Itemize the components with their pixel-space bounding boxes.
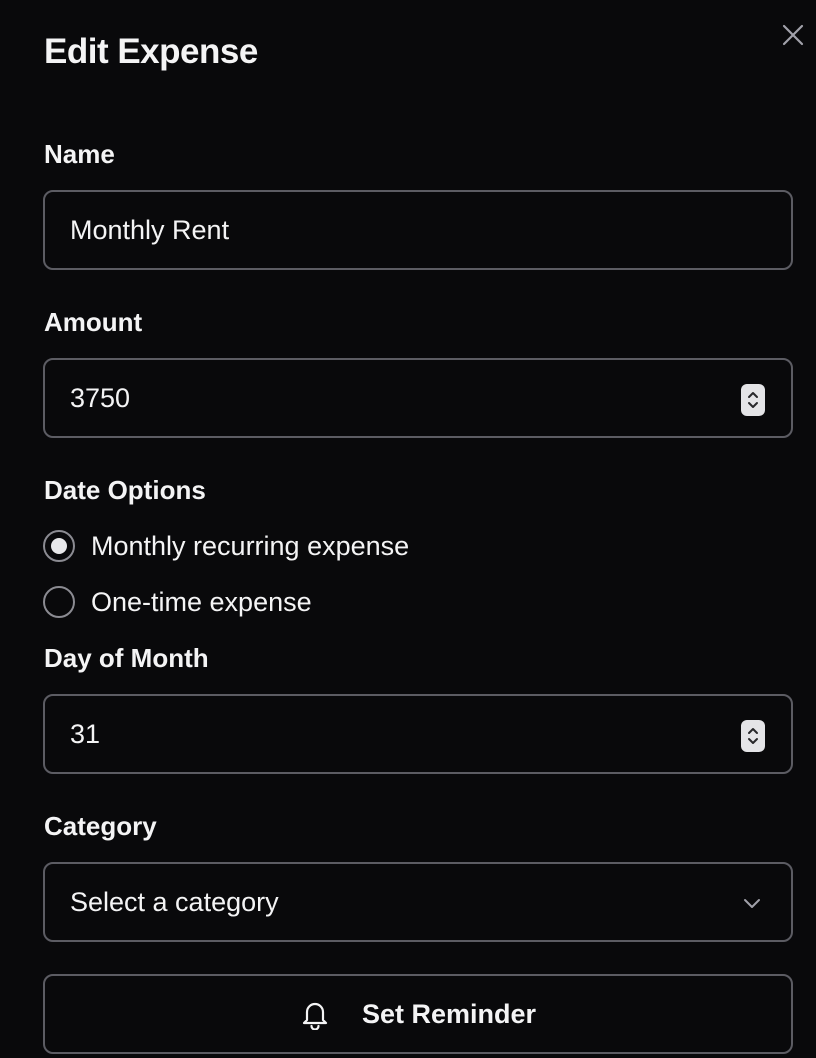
day-of-month-input[interactable]: 31: [43, 694, 793, 774]
day-of-month-stepper[interactable]: [741, 720, 765, 752]
category-select[interactable]: Select a category: [43, 862, 793, 942]
bell-icon: [300, 998, 330, 1030]
name-input[interactable]: Monthly Rent: [43, 190, 793, 270]
chevron-up-icon[interactable]: [746, 390, 760, 400]
close-button[interactable]: [778, 20, 808, 50]
radio-one-time-label: One-time expense: [91, 587, 312, 617]
day-of-month-value: 31: [70, 719, 101, 749]
amount-input-value: 3750: [70, 383, 131, 413]
amount-label: Amount: [44, 307, 143, 337]
day-of-month-label: Day of Month: [44, 643, 209, 673]
radio-one-time[interactable]: One-time expense: [43, 585, 312, 619]
chevron-down-icon[interactable]: [746, 400, 760, 410]
chevron-up-icon[interactable]: [746, 726, 760, 736]
name-input-value: Monthly Rent: [70, 215, 230, 245]
set-reminder-label: Set Reminder: [361, 998, 537, 1029]
name-label: Name: [44, 139, 115, 169]
category-select-value: Select a category: [70, 887, 279, 917]
dialog-title: Edit Expense: [44, 32, 258, 71]
amount-stepper[interactable]: [741, 384, 765, 416]
close-icon: [782, 24, 804, 46]
radio-button-unchecked[interactable]: [43, 586, 75, 618]
category-label: Category: [44, 811, 157, 841]
radio-button-checked[interactable]: [43, 530, 75, 562]
chevron-down-icon[interactable]: [746, 736, 760, 746]
set-reminder-button[interactable]: Set Reminder: [43, 974, 793, 1054]
amount-input[interactable]: 3750: [43, 358, 793, 438]
date-options-label: Date Options: [44, 475, 206, 505]
edit-expense-dialog: Edit Expense Name Monthly Rent Amount 37…: [0, 0, 816, 1058]
chevron-down-icon: [744, 899, 760, 908]
radio-monthly-label: Monthly recurring expense: [91, 531, 410, 561]
radio-monthly-recurring[interactable]: Monthly recurring expense: [43, 529, 409, 563]
